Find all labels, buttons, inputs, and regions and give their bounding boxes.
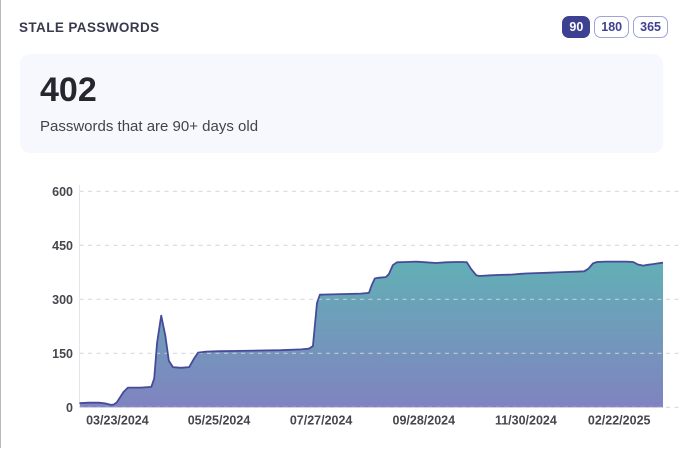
page-title: STALE PASSWORDS xyxy=(19,20,160,35)
y-axis-label: 0 xyxy=(66,401,73,415)
stat-description: Passwords that are 90+ days old xyxy=(40,118,643,135)
x-axis-label: 09/28/2024 xyxy=(393,413,456,427)
y-axis-label: 450 xyxy=(52,239,73,253)
range-button-180[interactable]: 180 xyxy=(594,16,629,38)
y-axis-label: 300 xyxy=(52,293,73,307)
range-button-365[interactable]: 365 xyxy=(633,16,668,38)
x-axis-label: 02/22/2025 xyxy=(588,413,651,427)
x-axis-label: 05/25/2024 xyxy=(188,413,251,427)
y-axis-label: 600 xyxy=(52,185,73,199)
header: STALE PASSWORDS 90 180 365 xyxy=(1,0,682,38)
chart-area: 0 150 300 450 600 03/23/2024 05/25/2024 07/27/2… xyxy=(1,175,682,448)
x-axis-label: 11/30/2024 xyxy=(495,413,557,427)
range-button-90[interactable]: 90 xyxy=(562,16,590,38)
x-axis-label: 07/27/2024 xyxy=(290,413,353,427)
stale-passwords-widget: { "header": { "title": "STALE PASSWORDS"… xyxy=(0,0,682,448)
area-fill xyxy=(80,262,664,408)
stat-card: 402 Passwords that are 90+ days old xyxy=(20,54,663,153)
stat-value: 402 xyxy=(40,70,643,110)
range-buttons: 90 180 365 xyxy=(562,16,668,38)
x-axis-label: 03/23/2024 xyxy=(86,413,149,427)
y-axis-label: 150 xyxy=(52,347,73,361)
stale-passwords-chart: 0 150 300 450 600 03/23/2024 05/25/2024 07/27/2… xyxy=(1,175,682,448)
